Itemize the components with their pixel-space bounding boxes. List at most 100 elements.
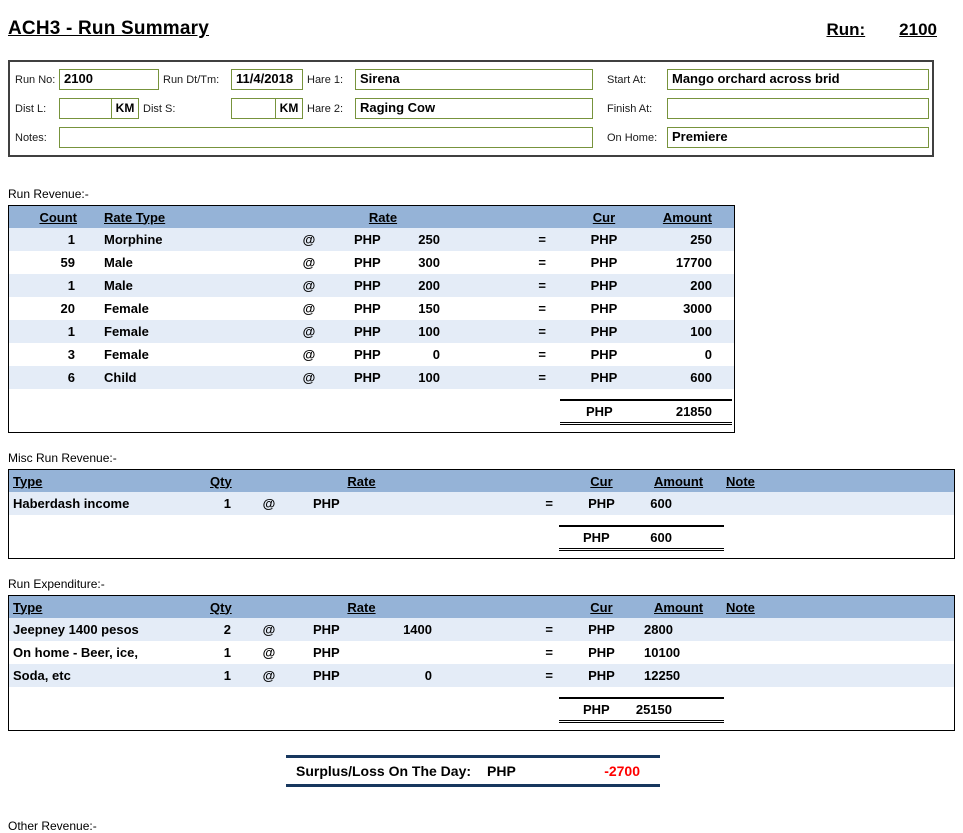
header-qty: Qty (210, 599, 232, 615)
run-revenue-row: 6 Child @ PHP 100 = PHP 600 (9, 366, 734, 389)
start-at-label: Start At: (607, 73, 647, 86)
cell-rate-type: Female (104, 301, 149, 316)
cell-currency: PHP (590, 370, 618, 385)
on-home-field[interactable]: Premiere (667, 127, 929, 148)
cell-currency: PHP (590, 324, 618, 339)
header-note: Note (726, 599, 755, 615)
cell-at-sign: @ (302, 370, 316, 385)
cell-amount: 600 (690, 370, 712, 385)
run-dt-field[interactable]: 11/4/2018 (231, 69, 303, 90)
expenditure-total-row: PHP 25150 (9, 696, 954, 724)
header-cur: Cur (590, 473, 613, 489)
dist-l-unit: KM (115, 101, 135, 115)
expenditure-row: Soda, etc 1 @ PHP 0 = PHP 12250 (9, 664, 954, 687)
cell-amount: 3000 (683, 301, 712, 316)
total-currency: PHP (586, 404, 613, 419)
run-label: Run: (826, 20, 866, 39)
dist-s-group: KM (231, 98, 303, 119)
run-revenue-row: 3 Female @ PHP 0 = PHP 0 (9, 343, 734, 366)
misc-revenue-row: Haberdash income 1 @ PHP = PHP 600 (9, 492, 954, 515)
cell-equals-sign: = (545, 496, 553, 511)
notes-field[interactable] (59, 127, 593, 148)
cell-rate-type: Morphine (104, 232, 163, 247)
notes-label: Notes: (15, 131, 47, 144)
run-details-form: Run No: 2100 Run Dt/Tm: 11/4/2018 Hare 1… (8, 60, 934, 157)
total-amount: 21850 (675, 404, 712, 419)
cell-rate-currency: PHP (313, 668, 340, 683)
on-home-label: On Home: (607, 131, 658, 144)
hare2-label: Hare 2: (307, 102, 344, 115)
header-qty: Qty (210, 473, 232, 489)
cell-currency: PHP (588, 496, 615, 511)
run-dt-label: Run Dt/Tm: (163, 73, 220, 86)
cell-type: Jeepney 1400 pesos (13, 622, 139, 637)
cell-at-sign: @ (302, 232, 316, 247)
run-no-label: Run No: (15, 73, 56, 86)
cell-at-sign: @ (302, 347, 316, 362)
misc-revenue-total: PHP 600 (559, 525, 724, 551)
expenditure-table: Type Qty Rate Cur Amount Note Jeepney 14… (8, 595, 955, 731)
cell-equals-sign: = (538, 324, 546, 339)
misc-revenue-table: Type Qty Rate Cur Amount Note Haberdash … (8, 469, 955, 559)
cell-count: 3 (67, 347, 75, 362)
misc-revenue-section-label: Misc Run Revenue:- (8, 451, 117, 465)
cell-currency: PHP (590, 232, 618, 247)
cell-currency: PHP (588, 645, 615, 660)
cell-rate-type: Male (104, 255, 133, 270)
cell-at-sign: @ (262, 645, 276, 660)
run-no-field[interactable]: 2100 (59, 69, 159, 90)
run-revenue-row: 1 Male @ PHP 200 = PHP 200 (9, 274, 734, 297)
expenditure-section-label: Run Expenditure:- (8, 577, 105, 591)
run-revenue-row: 59 Male @ PHP 300 = PHP 17700 (9, 251, 734, 274)
cell-rate: 300 (418, 255, 440, 270)
cell-rate: 250 (418, 232, 440, 247)
cell-type: Soda, etc (13, 668, 71, 683)
cell-equals-sign: = (538, 232, 546, 247)
header-rate: Rate (347, 473, 376, 489)
cell-qty: 1 (223, 645, 231, 660)
cell-rate-type: Female (104, 347, 149, 362)
start-at-field[interactable]: Mango orchard across brid (667, 69, 929, 90)
cell-equals-sign: = (545, 645, 553, 660)
run-revenue-header-row: Count Rate Type Rate Cur Amount (9, 206, 734, 228)
other-revenue-section-label: Other Revenue:- (8, 819, 97, 833)
misc-revenue-total-row: PHP 600 (9, 524, 954, 552)
cell-rate-type: Male (104, 278, 133, 293)
run-summary-page: ACH3 - Run Summary Run: 2100 Run No: 210… (0, 0, 963, 833)
form-row-3: Notes: On Home: Premiere (13, 123, 929, 152)
finish-at-field[interactable] (667, 98, 929, 119)
hare1-field[interactable]: Sirena (355, 69, 593, 90)
cell-type: Haberdash income (13, 496, 130, 511)
run-revenue-section-label: Run Revenue:- (8, 187, 89, 201)
cell-at-sign: @ (302, 255, 316, 270)
surplus-label: Surplus/Loss On The Day: (296, 763, 472, 779)
cell-qty: 1 (223, 668, 231, 683)
cell-amount: 17700 (675, 255, 712, 270)
surplus-amount: -2700 (604, 763, 640, 779)
dist-l-field[interactable] (60, 99, 112, 118)
cell-rate-type: Female (104, 324, 149, 339)
cell-rate: 200 (418, 278, 440, 293)
cell-rate: 100 (418, 324, 440, 339)
cell-type: On home - Beer, ice, (13, 645, 138, 660)
cell-count: 1 (67, 278, 75, 293)
dist-s-field[interactable] (232, 99, 276, 118)
cell-rate-currency: PHP (354, 278, 381, 293)
title-row: ACH3 - Run Summary Run: 2100 (8, 12, 955, 40)
misc-revenue-header-row: Type Qty Rate Cur Amount Note (9, 470, 954, 492)
cell-equals-sign: = (538, 278, 546, 293)
dist-l-group: KM (59, 98, 139, 119)
cell-count: 1 (67, 232, 75, 247)
cell-rate-currency: PHP (313, 622, 340, 637)
cell-equals-sign: = (545, 622, 553, 637)
cell-rate-currency: PHP (354, 301, 381, 316)
page-title: ACH3 - Run Summary (8, 18, 210, 39)
cell-currency: PHP (588, 622, 615, 637)
hare2-field[interactable]: Raging Cow (355, 98, 593, 119)
run-revenue-row: 20 Female @ PHP 150 = PHP 3000 (9, 297, 734, 320)
cell-amount: 12250 (644, 668, 681, 683)
cell-amount: 2800 (644, 622, 673, 637)
cell-rate-type: Child (104, 370, 137, 385)
form-row-1: Run No: 2100 Run Dt/Tm: 11/4/2018 Hare 1… (13, 65, 929, 94)
dist-l-label: Dist L: (15, 102, 47, 115)
